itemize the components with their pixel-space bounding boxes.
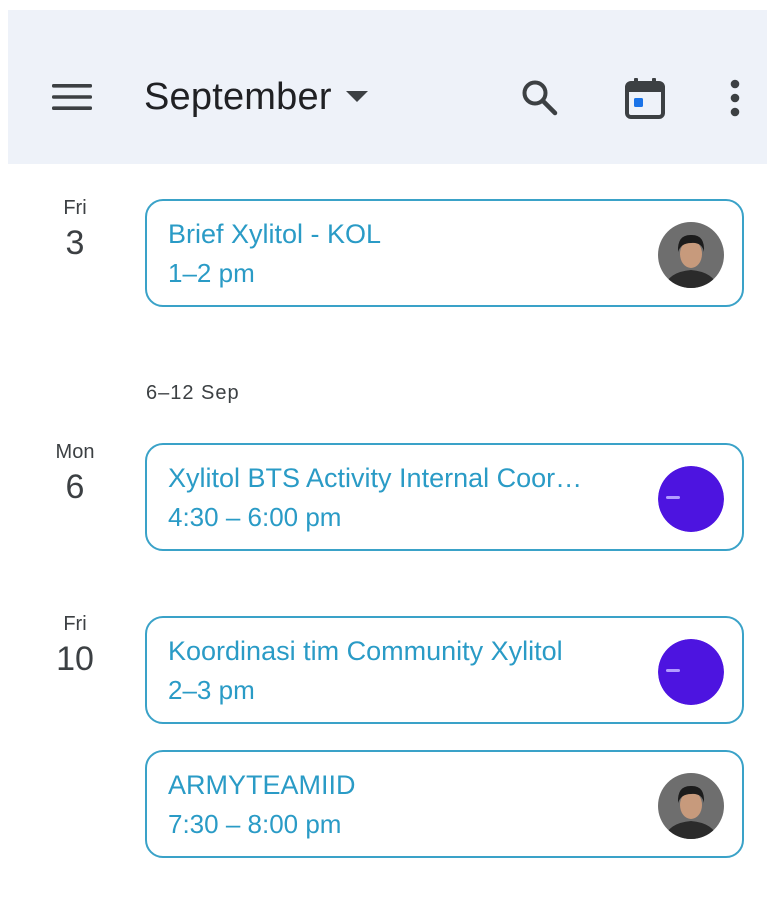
day-of-month: 10 [56,640,94,678]
search-button[interactable] [512,70,568,126]
more-vertical-icon [730,79,740,117]
month-dropdown[interactable]: September [144,70,368,124]
event-title: ARMYTEAMIID [168,770,356,800]
event-time: 1–2 pm [168,258,255,288]
event-card[interactable]: ARMYTEAMIID 7:30 – 8:00 pm [145,750,744,858]
today-button[interactable] [617,70,673,126]
event-title: Xylitol BTS Activity Internal Coor… [168,463,583,493]
person-photo-avatar [658,773,724,839]
event-card[interactable]: Xylitol BTS Activity Internal Coor… 4:30… [145,443,744,551]
day-of-month: 3 [65,224,85,262]
hamburger-menu-icon [52,84,92,110]
day-of-week: Fri [63,197,87,219]
calendar-today-icon [625,78,665,119]
week-range-label: 6–12 Sep [146,382,240,404]
day-of-week: Mon [55,441,95,463]
purple-logo-avatar [658,466,724,532]
caret-down-icon [345,91,368,103]
event-title: Koordinasi tim Community Xylitol [168,636,563,666]
event-title: Brief Xylitol - KOL [168,219,382,249]
event-card[interactable]: Brief Xylitol - KOL 1–2 pm [145,199,744,307]
event-time: 2–3 pm [168,675,255,705]
status-bar-area [0,0,767,10]
day-label: Mon 6 [27,440,123,508]
event-time: 4:30 – 6:00 pm [168,502,342,532]
purple-logo-avatar [658,639,724,705]
event-time: 7:30 – 8:00 pm [168,809,342,839]
day-of-week: Fri [63,613,87,635]
month-title: September [144,75,332,118]
search-icon [522,80,558,116]
event-card[interactable]: Koordinasi tim Community Xylitol 2–3 pm [145,616,744,724]
day-of-month: 6 [65,468,85,506]
day-label: Fri 10 [27,612,123,680]
more-options-button[interactable] [707,70,763,126]
person-photo-avatar [658,222,724,288]
day-label: Fri 3 [27,196,123,264]
menu-button[interactable] [42,70,102,124]
